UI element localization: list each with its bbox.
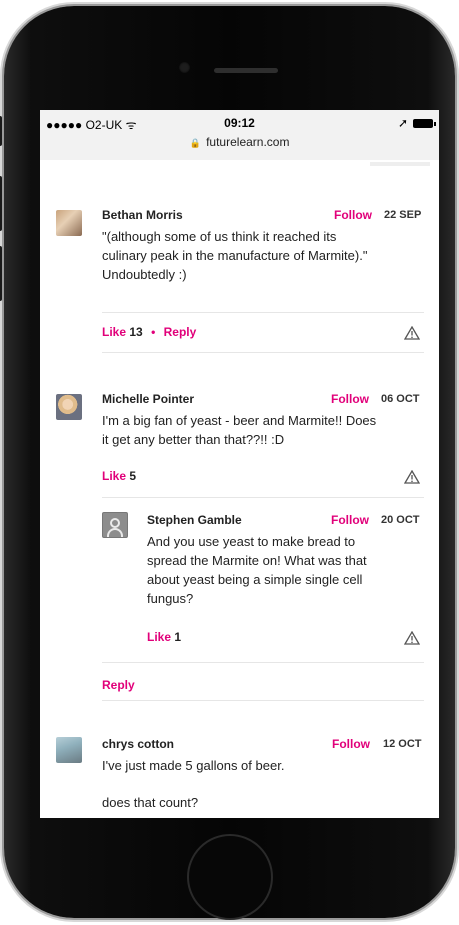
comment-line: fungus? bbox=[147, 591, 194, 606]
home-button[interactable] bbox=[187, 834, 273, 920]
like-action[interactable]: Like 1 bbox=[147, 630, 181, 644]
like-action[interactable]: Like 13 • Reply bbox=[102, 325, 196, 339]
like-button[interactable]: Like bbox=[102, 325, 126, 339]
divider bbox=[102, 497, 424, 498]
divider bbox=[102, 700, 424, 701]
reply-button[interactable]: Reply bbox=[164, 325, 197, 339]
avatar-shoulders bbox=[107, 528, 123, 537]
comments-feed[interactable]: Bethan Morris Follow 22 SEP "(although s… bbox=[40, 160, 439, 818]
like-count: 1 bbox=[174, 630, 182, 644]
volume-down-button bbox=[0, 246, 2, 301]
comment-body: I'm a big fan of yeast - beer and Marmit… bbox=[102, 411, 432, 449]
front-camera bbox=[179, 62, 190, 73]
comment-date: 12 OCT bbox=[383, 738, 422, 750]
comment-line: I'm a big fan of yeast - beer and Marmit… bbox=[102, 413, 377, 428]
like-count: 5 bbox=[129, 469, 137, 483]
comment-line: Undoubtedly :) bbox=[102, 267, 187, 282]
divider bbox=[102, 662, 424, 663]
lock-icon: 🔒 bbox=[189, 138, 201, 148]
avatar-head bbox=[110, 518, 120, 528]
divider bbox=[102, 352, 424, 353]
reply-button[interactable]: Reply bbox=[102, 678, 135, 692]
address-bar[interactable]: 🔒 futurelearn.com bbox=[40, 135, 439, 149]
url-text: futurelearn.com bbox=[206, 135, 290, 149]
comment-date: 20 OCT bbox=[381, 514, 420, 526]
comment-author[interactable]: Stephen Gamble bbox=[147, 513, 242, 527]
comment-author[interactable]: chrys cotton bbox=[102, 737, 174, 751]
comment-line: And you use yeast to make bread to bbox=[147, 534, 356, 549]
clock: 09:12 bbox=[224, 116, 255, 130]
report-icon[interactable] bbox=[404, 326, 420, 340]
status-bar: ●●●●● O2-UK ᯤ 09:12 ➚ 🔒 futurelearn.com bbox=[40, 110, 439, 160]
earpiece-speaker bbox=[214, 68, 278, 73]
comment-line: about yeast being a simple single cell bbox=[147, 572, 363, 587]
like-count: 13 bbox=[129, 325, 143, 339]
follow-button[interactable]: Follow bbox=[332, 737, 370, 751]
avatar[interactable] bbox=[56, 737, 82, 763]
divider bbox=[102, 312, 424, 313]
comment-body: And you use yeast to make bread to sprea… bbox=[147, 532, 427, 608]
location-icon: ➚ bbox=[397, 116, 408, 130]
avatar[interactable] bbox=[56, 394, 82, 420]
battery-icon bbox=[413, 118, 436, 128]
comment-line: does that count? bbox=[102, 795, 199, 810]
like-button[interactable]: Like bbox=[147, 630, 171, 644]
avatar[interactable] bbox=[56, 210, 82, 236]
comment-body: "(although some of us think it reached i… bbox=[102, 227, 432, 284]
comment-date: 06 OCT bbox=[381, 393, 420, 405]
follow-button[interactable]: Follow bbox=[334, 208, 372, 222]
like-action[interactable]: Like 5 bbox=[102, 469, 136, 483]
separator-dot: • bbox=[151, 325, 156, 339]
comment-date: 22 SEP bbox=[384, 209, 422, 221]
follow-button[interactable]: Follow bbox=[331, 392, 369, 406]
follow-button[interactable]: Follow bbox=[331, 513, 369, 527]
phone-screen: ●●●●● O2-UK ᯤ 09:12 ➚ 🔒 futurelearn.com … bbox=[40, 110, 439, 818]
like-button[interactable]: Like bbox=[102, 469, 126, 483]
status-indicators: ➚ bbox=[397, 116, 436, 130]
volume-up-button bbox=[0, 176, 2, 231]
comment-line: culinary peak in the manufacture of Marm… bbox=[102, 248, 368, 263]
comment-line: it get any better than that??!! :D bbox=[102, 432, 285, 447]
comment-line: "(although some of us think it reached i… bbox=[102, 229, 337, 244]
comment-author[interactable]: Michelle Pointer bbox=[102, 392, 194, 406]
comment-line: I've just made 5 gallons of beer. bbox=[102, 758, 285, 773]
report-icon[interactable] bbox=[404, 470, 420, 484]
avatar[interactable] bbox=[102, 512, 128, 538]
report-icon[interactable] bbox=[404, 631, 420, 645]
comment-author[interactable]: Bethan Morris bbox=[102, 208, 183, 222]
comment-line: spread the Marmite on! What was that bbox=[147, 553, 367, 568]
previous-content-edge bbox=[370, 162, 430, 166]
mute-switch bbox=[0, 116, 2, 146]
